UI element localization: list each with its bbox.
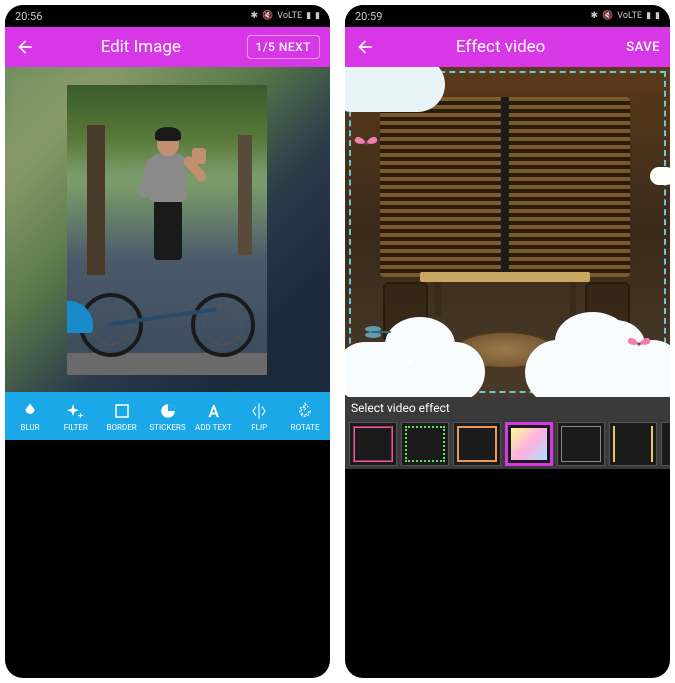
rotate-icon (295, 401, 315, 421)
network-label: VoLTE (617, 11, 642, 21)
butterfly-decoration (626, 333, 652, 355)
stickers-button[interactable]: STICKERS (145, 401, 191, 432)
status-icons: ✱ 🔇 VoLTE ▮ ▮ (591, 11, 660, 21)
save-button[interactable]: SAVE (626, 40, 660, 55)
effect-preview[interactable]: ✦ (345, 67, 670, 397)
tool-label: STICKERS (149, 423, 185, 432)
battery-icon: ▮ (655, 11, 660, 21)
status-icons: ✱ 🔇 VoLTE ▮ ▮ (251, 11, 320, 21)
blur-icon (20, 401, 40, 421)
mute-icon: 🔇 (602, 11, 613, 21)
phone-edit-image: 20:56 ✱ 🔇 VoLTE ▮ ▮ Edit Image 1/5 NEXT (5, 5, 330, 678)
text-icon (203, 401, 223, 421)
bluetooth-icon: ✱ (251, 11, 259, 21)
progress-indicator: 1/5 (256, 40, 276, 54)
tool-label: BLUR (20, 423, 39, 432)
image-preview[interactable]: SmartBike (5, 67, 330, 392)
battery-icon: ▮ (315, 11, 320, 21)
effect-thumb-6[interactable] (661, 422, 670, 466)
status-time: 20:56 (15, 10, 42, 23)
add-text-button[interactable]: ADD TEXT (190, 401, 236, 432)
back-icon[interactable] (15, 37, 35, 57)
photo: SmartBike (67, 85, 267, 375)
effect-thumb-3[interactable] (505, 422, 553, 466)
signal-icon: ▮ (306, 11, 311, 21)
signal-icon: ▮ (646, 11, 651, 21)
effect-thumb-4[interactable] (557, 422, 605, 466)
nav-bar-area (345, 469, 670, 507)
tool-label: ROTATE (291, 423, 320, 432)
section-label: Select video effect (345, 397, 670, 419)
status-time: 20:59 (355, 10, 382, 23)
header: Edit Image 1/5 NEXT (5, 27, 330, 67)
effect-thumb-5[interactable] (609, 422, 657, 466)
network-label: VoLTE (277, 11, 302, 21)
effect-thumb-0[interactable] (349, 422, 397, 466)
page-title: Edit Image (35, 37, 247, 57)
border-button[interactable]: BORDER (99, 401, 145, 432)
border-icon (112, 401, 132, 421)
blur-button[interactable]: BLUR (7, 401, 53, 432)
phone-effect-video: 20:59 ✱ 🔇 VoLTE ▮ ▮ Effect video SAVE (345, 5, 670, 678)
mute-icon: 🔇 (262, 11, 273, 21)
tool-label: ADD TEXT (195, 423, 232, 432)
status-bar: 20:59 ✱ 🔇 VoLTE ▮ ▮ (345, 5, 670, 27)
dragonfly-decoration (365, 323, 393, 339)
next-label: NEXT (279, 40, 311, 54)
filter-icon (66, 401, 86, 421)
flip-button[interactable]: FLIP (236, 401, 282, 432)
effect-thumb-2[interactable] (453, 422, 501, 466)
rotate-button[interactable]: ROTATE (282, 401, 328, 432)
cloud-decoration (345, 67, 445, 112)
effect-selector (345, 419, 670, 469)
flip-icon (249, 401, 269, 421)
butterfly-decoration (353, 132, 379, 154)
page-title: Effect video (375, 37, 626, 57)
tool-label: BORDER (107, 423, 137, 432)
tool-label: FILTER (64, 423, 88, 432)
next-button[interactable]: 1/5 NEXT (247, 35, 321, 59)
tool-label: FLIP (251, 423, 267, 432)
cloud-decoration (650, 167, 670, 185)
filter-button[interactable]: FILTER (53, 401, 99, 432)
nav-bar-area (5, 440, 330, 478)
effect-thumb-1[interactable] (401, 422, 449, 466)
sparkle-decoration: ✦ (403, 350, 416, 369)
back-icon[interactable] (355, 37, 375, 57)
header: Effect video SAVE (345, 27, 670, 67)
stickers-icon (158, 401, 178, 421)
edit-toolbar: BLUR FILTER BORDER STICKERS ADD TEXT FLI… (5, 392, 330, 440)
bluetooth-icon: ✱ (591, 11, 599, 21)
status-bar: 20:56 ✱ 🔇 VoLTE ▮ ▮ (5, 5, 330, 27)
